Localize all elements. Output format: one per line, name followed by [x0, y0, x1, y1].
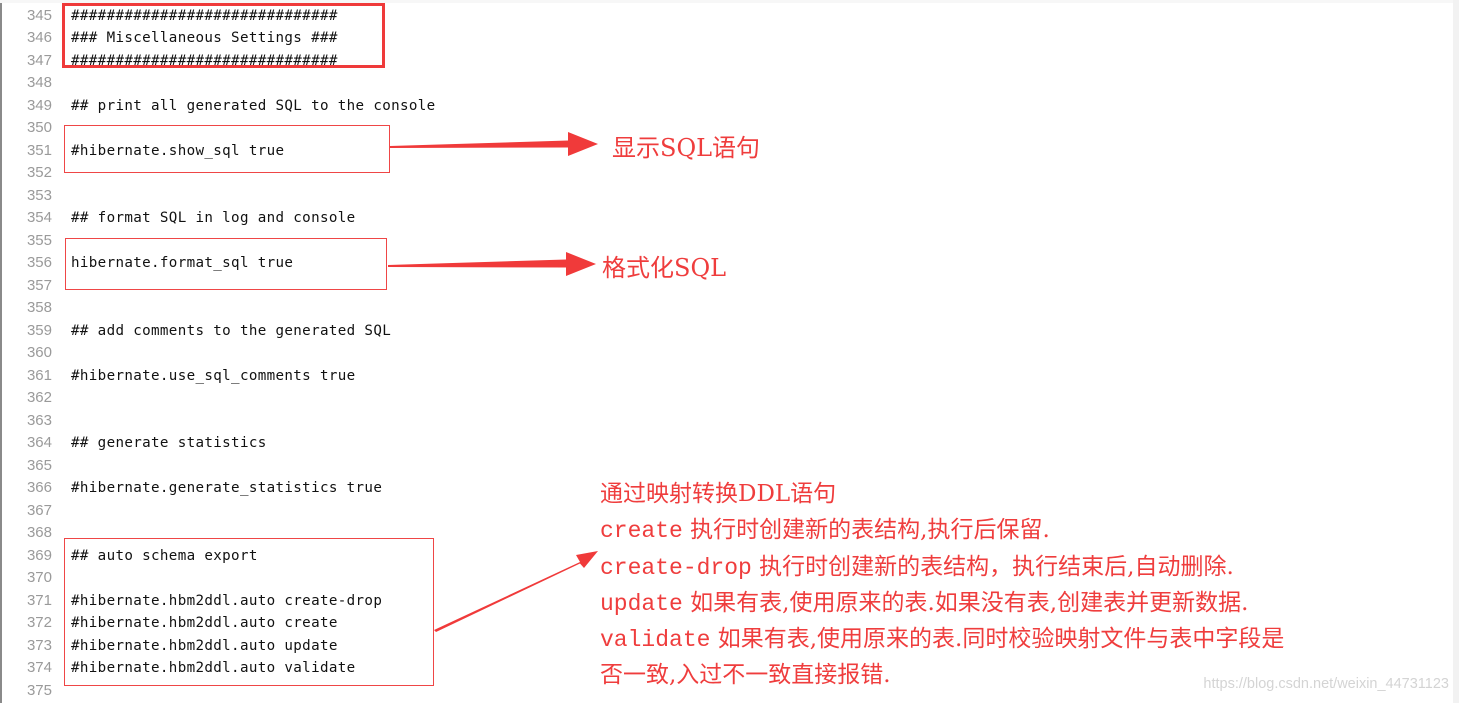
line-number: 363 — [26, 411, 52, 429]
line-number: 354 — [26, 209, 52, 226]
line-number: 372 — [26, 614, 52, 631]
note-ddl-continuation: 否一致,入过不一致直接报错. — [600, 662, 891, 689]
line-number: 362 — [26, 389, 52, 406]
line-number: 371 — [26, 591, 52, 609]
line-number: 367 — [26, 501, 52, 519]
highlight-box-show-sql — [64, 125, 390, 173]
line-number: 350 — [26, 119, 52, 136]
ddl-desc: 如果有表,使用原来的表.同时校验映射文件与表中字段是 — [710, 626, 1285, 653]
note-format-sql: 格式化SQL — [602, 254, 727, 282]
line-number: 349 — [26, 96, 52, 114]
watermark: https://blog.csdn.net/weixin_44731123 — [1203, 676, 1449, 692]
line-text: ## generate statistics — [71, 435, 267, 451]
highlight-box-format-sql — [65, 238, 387, 290]
line-number: 368 — [26, 524, 52, 541]
note-show-sql: 显示SQL语句 — [612, 134, 761, 162]
line-number: 357 — [26, 276, 52, 294]
line-number: 351 — [26, 141, 52, 159]
line-number: 361 — [26, 366, 52, 384]
line-number: 369 — [26, 546, 52, 564]
line-number: 374 — [26, 659, 52, 676]
line-number: 355 — [26, 231, 52, 249]
highlight-box-hbm2ddl — [64, 538, 434, 686]
ddl-keyword: validate — [600, 627, 711, 654]
line-number: 370 — [26, 569, 52, 586]
line-number: 356 — [26, 254, 52, 271]
line-number: 359 — [26, 321, 52, 339]
note-ddl-title: 通过映射转换DDL语句 — [600, 481, 837, 507]
note-ddl-item: create 执行时创建新的表结构,执行后保留. — [600, 512, 1284, 548]
note-ddl-item: create-drop 执行时创建新的表结构，执行结束后,自动删除. — [600, 549, 1284, 585]
ddl-keyword: create-drop — [600, 554, 752, 581]
line-text: ## format SQL in log and console — [71, 210, 356, 226]
line-number: 352 — [26, 164, 52, 181]
line-number: 347 — [26, 51, 52, 69]
scrollbar[interactable] — [1453, 0, 1459, 703]
highlight-box-header — [62, 3, 385, 68]
note-ddl-item: update 如果有表,使用原来的表.如果没有表,创建表并更新数据. — [600, 585, 1284, 621]
line-text: #hibernate.use_sql_comments true — [71, 367, 356, 384]
line-number: 364 — [26, 434, 52, 451]
line-number: 353 — [26, 186, 52, 204]
ddl-keyword: update — [600, 590, 683, 617]
line-number: 366 — [26, 479, 52, 496]
ddl-keyword: create — [600, 518, 683, 545]
line-text: ## add comments to the generated SQL — [71, 322, 392, 339]
line-number: 345 — [26, 6, 52, 24]
line-number: 375 — [26, 681, 52, 699]
note-ddl: 通过映射转换DDL语句 create 执行时创建新的表结构,执行后保留. cre… — [600, 476, 1284, 694]
line-text: #hibernate.generate_statistics true — [71, 480, 383, 496]
note-ddl-item: validate 如果有表,使用原来的表.同时校验映射文件与表中字段是 — [600, 621, 1284, 657]
line-number: 360 — [26, 344, 52, 361]
line-number: 358 — [26, 299, 52, 316]
line-number: 346 — [26, 29, 52, 46]
line-number: 373 — [26, 636, 52, 654]
ddl-desc: 执行时创建新的表结构,执行后保留. — [682, 517, 1050, 544]
line-number: 348 — [26, 74, 52, 91]
line-text: ## print all generated SQL to the consol… — [71, 97, 436, 114]
ddl-desc: 执行时创建新的表结构，执行结束后,自动删除. — [751, 553, 1234, 580]
line-number: 365 — [26, 456, 52, 474]
ddl-desc: 如果有表,使用原来的表.如果没有表,创建表并更新数据. — [682, 589, 1249, 616]
